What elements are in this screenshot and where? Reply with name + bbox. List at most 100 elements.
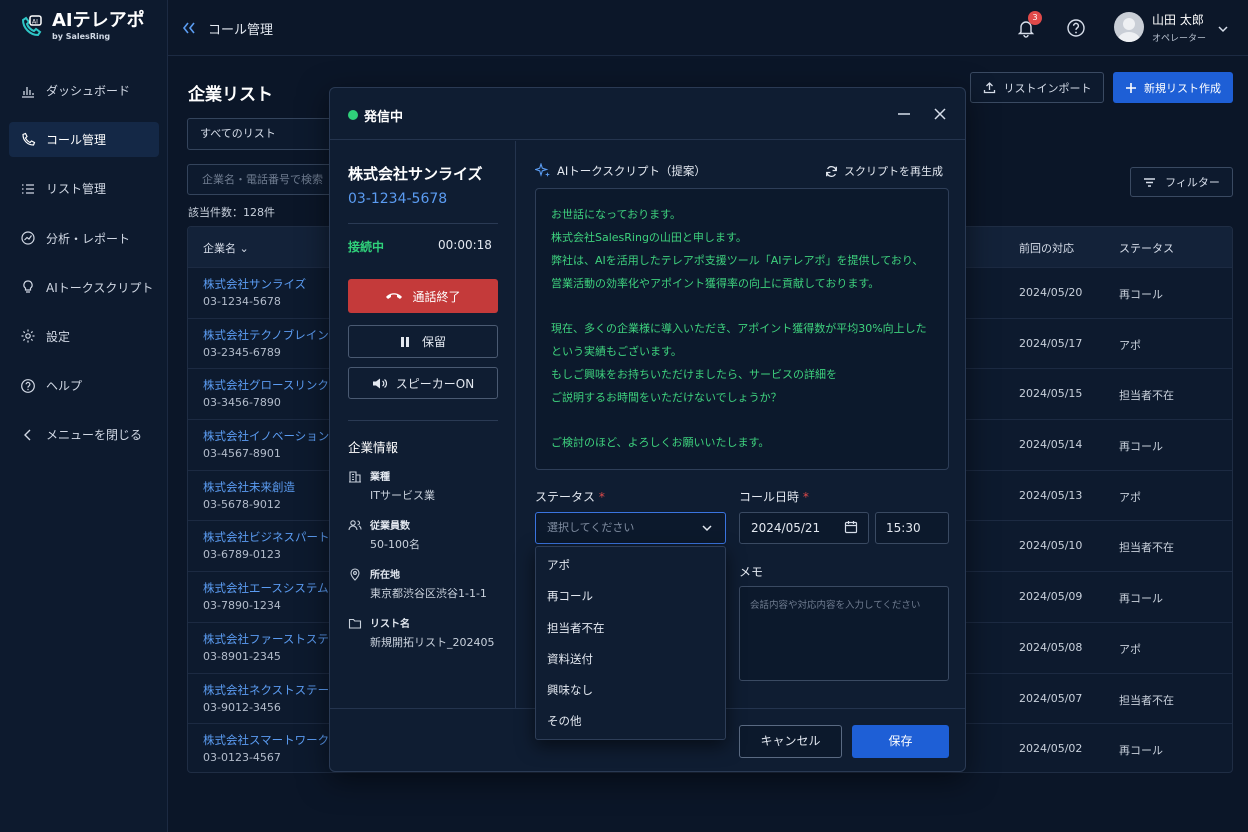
- company-phone: 03-9012-3456: [203, 700, 281, 714]
- script-line: 弊社は、AIを活用したテレアポ支援ツール「AIテレアポ」を提供しており、: [551, 254, 924, 267]
- company-link[interactable]: 株式会社テクノブレイン: [203, 327, 329, 343]
- building-icon: [349, 471, 361, 483]
- status-option[interactable]: その他: [536, 706, 725, 737]
- topbar: コール管理 3 山田 太郎 オペレーター: [168, 0, 1248, 56]
- chevron-down-icon[interactable]: [1216, 22, 1230, 36]
- th-status: ステータス: [1119, 242, 1174, 255]
- sidebar-item-7[interactable]: メニューを閉じる: [9, 417, 159, 452]
- call-phone[interactable]: 03-1234-5678: [348, 191, 447, 207]
- status-cell: 再コール: [1119, 288, 1163, 301]
- search-input[interactable]: 企業名・電話番号で検索: [187, 164, 337, 195]
- sidebar-item-label: メニューを閉じる: [46, 428, 143, 443]
- status-cell: 担当者不在: [1119, 541, 1174, 555]
- company-phone: 03-1234-5678: [203, 295, 281, 308]
- status-option[interactable]: 担当者不在: [536, 613, 725, 644]
- pause-icon: [400, 336, 409, 347]
- status-select[interactable]: 選択してください: [535, 512, 726, 544]
- status-option[interactable]: 興味なし: [536, 675, 725, 706]
- result-count: 該当件数：128件: [188, 206, 275, 219]
- speaker-icon: [372, 378, 387, 388]
- phone-ai-icon: AI: [21, 14, 42, 36]
- refresh-icon: [826, 165, 837, 177]
- speaker-label: スピーカーON: [395, 376, 475, 391]
- th-company[interactable]: 企業名 ⌄: [203, 240, 249, 256]
- info-value: ITサービス業: [370, 489, 435, 502]
- ai-script-label: AIトークスクリプト（提案）: [557, 164, 706, 178]
- brand-logo[interactable]: AI AIテレアポ by SalesRing: [18, 12, 145, 41]
- upload-icon: [983, 82, 995, 94]
- speaker-button[interactable]: スピーカーON: [348, 367, 498, 399]
- call-panel: 株式会社サンライズ 03-1234-5678 接続中 00:00:18 通話終了…: [330, 141, 516, 708]
- call-company-name: 株式会社サンライズ: [348, 165, 483, 183]
- status-cell: 担当者不在: [1119, 693, 1174, 707]
- company-link[interactable]: 株式会社イノベーションズ: [203, 428, 341, 444]
- script-line: お世話になっております。: [551, 208, 682, 221]
- calling-indicator: [348, 110, 358, 120]
- divider: [348, 223, 498, 224]
- script-spacer: [551, 295, 933, 317]
- breadcrumb: コール管理: [208, 23, 274, 38]
- import-list-button[interactable]: リストインポート: [970, 72, 1104, 103]
- sidebar-item-label: AIトークスクリプト: [46, 280, 154, 295]
- sidebar-item-label: リスト管理: [46, 182, 107, 197]
- script-line: もしご興味をお持ちいただけましたら、サービスの詳細を: [551, 368, 837, 381]
- company-link[interactable]: 株式会社グロースリンク: [203, 377, 329, 393]
- sidebar-item-label: ダッシュボード: [46, 84, 131, 98]
- notification-badge: 3: [1028, 11, 1042, 25]
- list-select[interactable]: すべてのリスト: [187, 118, 337, 150]
- chevron-down-icon[interactable]: [700, 521, 714, 535]
- company-link[interactable]: 株式会社サンライズ: [203, 276, 306, 292]
- company-info-item: 従業員数 50-100名: [348, 517, 420, 552]
- status-option[interactable]: アポ: [536, 550, 725, 581]
- collapse-icon[interactable]: [182, 20, 198, 36]
- user-name[interactable]: 山田 太郎: [1152, 11, 1204, 28]
- close-icon[interactable]: [932, 106, 948, 122]
- status-cell: アポ: [1119, 338, 1141, 352]
- company-link[interactable]: 株式会社ネクストステージ: [203, 682, 340, 698]
- sidebar-item-4[interactable]: AIトークスクリプト: [9, 270, 159, 305]
- status-option[interactable]: 資料送付: [536, 644, 725, 675]
- calendar-icon[interactable]: [844, 520, 858, 534]
- info-label: 従業員数: [370, 521, 410, 532]
- sidebar-item-label: 設定: [46, 329, 71, 344]
- sidebar-item-1[interactable]: コール管理: [9, 122, 159, 158]
- minimize-icon[interactable]: [896, 106, 912, 122]
- list-icon: [22, 184, 34, 194]
- company-link[interactable]: 株式会社未来創造: [203, 479, 295, 495]
- sidebar-item-2[interactable]: リスト管理: [9, 171, 159, 206]
- company-phone: 03-7890-1234: [203, 599, 281, 613]
- sidebar-nav: ダッシュボードコール管理リスト管理分析・レポート AIトークスクリプト 設定ヘルプメ…: [9, 73, 159, 467]
- status-cell: アポ: [1119, 490, 1141, 504]
- sidebar-item-label: 分析・レポート: [46, 231, 131, 246]
- end-call-button[interactable]: 通話終了: [348, 279, 498, 313]
- company-link[interactable]: 株式会社エースシステム: [203, 580, 329, 596]
- avatar[interactable]: [1114, 12, 1144, 42]
- last-action-date: 2024/05/02: [1019, 742, 1083, 756]
- company-phone: 03-3456-7890: [203, 396, 281, 410]
- th-last-action: 前回の対応: [1019, 242, 1074, 255]
- new-list-button[interactable]: 新規リスト作成: [1113, 72, 1233, 103]
- help-icon[interactable]: [1066, 18, 1086, 38]
- hold-button[interactable]: 保留: [348, 325, 498, 358]
- filter-label: フィルター: [1165, 176, 1220, 189]
- memo-textarea[interactable]: 会話内容や対応内容を入力してください: [739, 586, 949, 681]
- time-input[interactable]: 15:30: [875, 512, 949, 544]
- company-link[interactable]: 株式会社スマートワークス: [203, 732, 340, 748]
- info-label: 業種: [370, 472, 390, 483]
- last-action-date: 2024/05/15: [1019, 387, 1083, 401]
- datetime-label: コール日時 *: [739, 490, 809, 504]
- last-action-date: 2024/05/07: [1019, 691, 1083, 705]
- save-button[interactable]: 保存: [852, 725, 949, 758]
- sidebar-item-3[interactable]: 分析・レポート: [9, 221, 159, 256]
- status-option[interactable]: 再コール: [536, 581, 725, 612]
- modal-header: 発信中: [330, 88, 965, 140]
- script-line: 営業活動の効率化やアポイント獲得率の向上に貢献しております。: [551, 277, 880, 290]
- sidebar-item-5[interactable]: 設定: [9, 319, 159, 354]
- cancel-button[interactable]: キャンセル: [739, 725, 842, 758]
- script-line: 現在、多くの企業様に導入いただき、アポイント獲得数が平均30%向上した: [551, 322, 927, 335]
- folder-icon: [348, 618, 362, 629]
- regenerate-script-button[interactable]: スクリプトを再生成: [825, 163, 943, 179]
- sidebar-item-6[interactable]: ヘルプ: [9, 368, 159, 403]
- filter-button[interactable]: フィルター: [1130, 167, 1233, 197]
- sidebar-item-0[interactable]: ダッシュボード: [9, 73, 159, 108]
